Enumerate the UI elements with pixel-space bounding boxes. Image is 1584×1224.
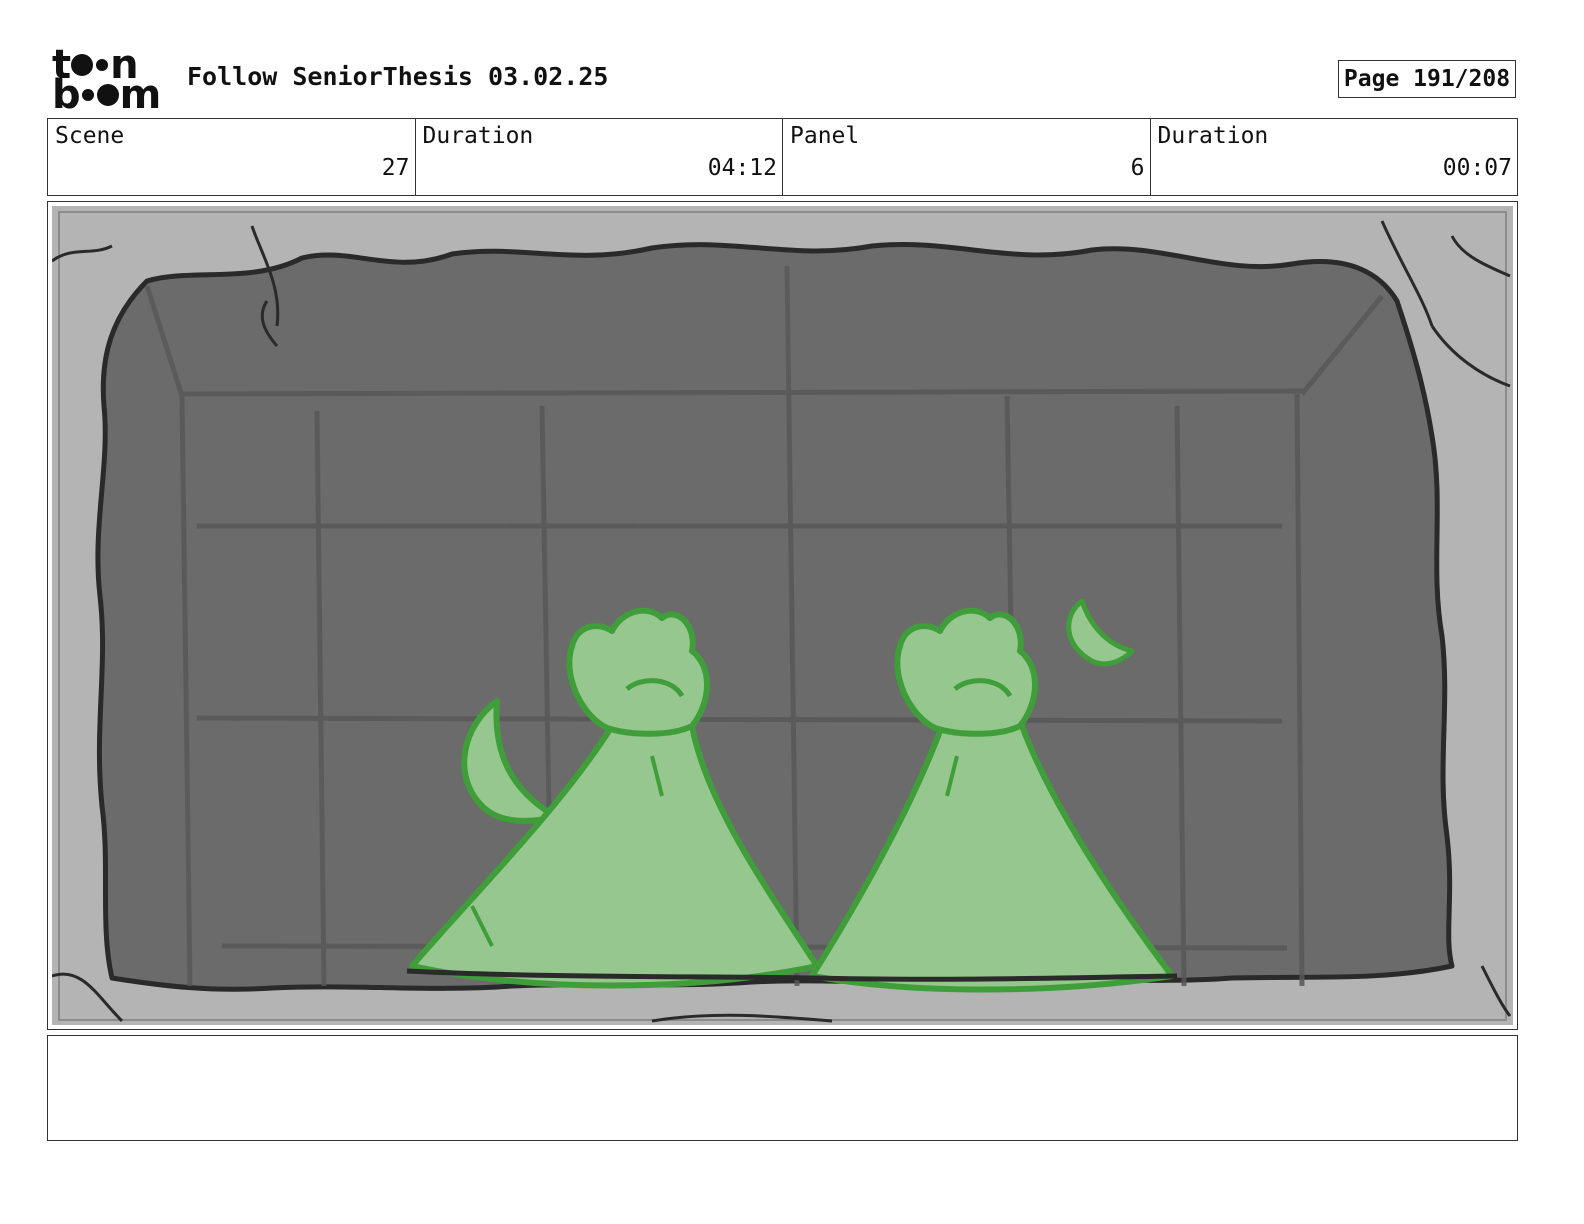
panel-cell: Panel 6 <box>783 119 1151 195</box>
panel-notes-box <box>47 1035 1518 1141</box>
right-ghost-head <box>894 607 1038 737</box>
logo-small-dot <box>96 59 109 71</box>
logo-letter-b: b <box>52 72 81 118</box>
page-counter: Page 191/208 <box>1338 60 1516 98</box>
scene-duration-value: 04:12 <box>707 155 777 181</box>
scene-label: Scene <box>55 123 125 149</box>
panel-value: 6 <box>1130 155 1145 181</box>
logo-small-dot <box>81 89 94 101</box>
logo-bottom-row: b m <box>52 72 164 118</box>
toon-boom-logo: t n b m <box>52 45 164 118</box>
logo-dot <box>96 84 119 106</box>
panel-label: Panel <box>790 123 860 149</box>
scene-duration-label: Duration <box>422 123 534 149</box>
dark-wall <box>95 242 1455 992</box>
logo-letter-m: m <box>119 72 162 118</box>
scene-duration-cell: Duration 04:12 <box>416 119 783 195</box>
scene-value: 27 <box>381 155 410 181</box>
panel-duration-label: Duration <box>1157 123 1269 149</box>
scene-cell: Scene 27 <box>48 119 416 195</box>
panel-info-row: Scene 27 Duration 04:12 Panel 6 Duration… <box>47 118 1518 196</box>
panel-duration-value: 00:07 <box>1442 155 1512 181</box>
storyboard-panel <box>47 201 1518 1030</box>
storyboard-drawing <box>52 206 1513 1025</box>
document-title: Follow SeniorThesis 03.02.25 <box>187 62 609 91</box>
left-ghost-head <box>566 607 710 737</box>
panel-duration-cell: Duration 00:07 <box>1151 119 1518 195</box>
